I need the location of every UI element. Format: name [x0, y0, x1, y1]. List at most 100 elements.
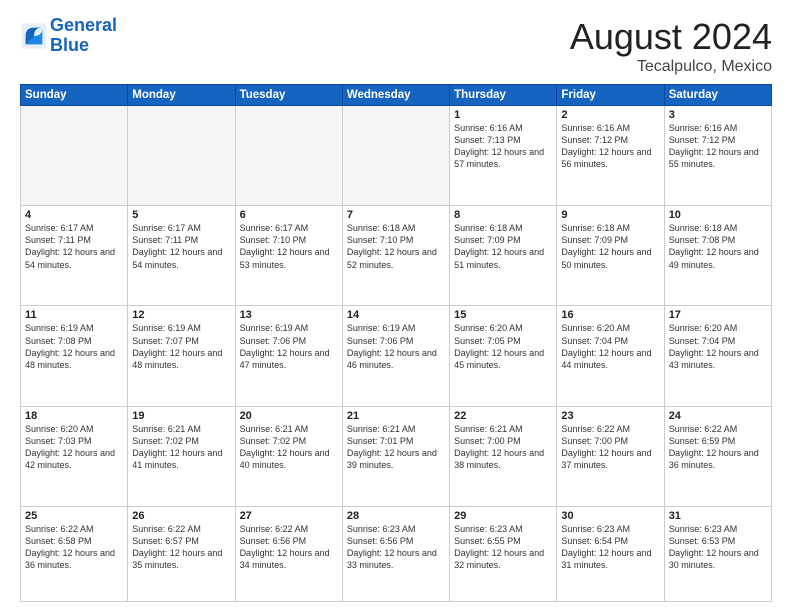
day-number: 4 — [25, 209, 123, 221]
day-number: 14 — [347, 309, 445, 321]
table-row: 9Sunrise: 6:18 AMSunset: 7:09 PMDaylight… — [557, 206, 664, 306]
table-row: 25Sunrise: 6:22 AMSunset: 6:58 PMDayligh… — [21, 506, 128, 601]
table-row: 12Sunrise: 6:19 AMSunset: 7:07 PMDayligh… — [128, 306, 235, 406]
day-number: 26 — [132, 510, 230, 522]
day-number: 7 — [347, 209, 445, 221]
day-info: Sunrise: 6:23 AMSunset: 6:54 PMDaylight:… — [561, 523, 659, 572]
table-row: 18Sunrise: 6:20 AMSunset: 7:03 PMDayligh… — [21, 406, 128, 506]
day-info: Sunrise: 6:16 AMSunset: 7:13 PMDaylight:… — [454, 122, 552, 171]
location: Tecalpulco, Mexico — [570, 58, 772, 76]
table-row: 23Sunrise: 6:22 AMSunset: 7:00 PMDayligh… — [557, 406, 664, 506]
day-info: Sunrise: 6:17 AMSunset: 7:11 PMDaylight:… — [132, 222, 230, 271]
col-saturday: Saturday — [664, 85, 771, 106]
day-number: 8 — [454, 209, 552, 221]
table-row: 16Sunrise: 6:20 AMSunset: 7:04 PMDayligh… — [557, 306, 664, 406]
day-info: Sunrise: 6:21 AMSunset: 7:00 PMDaylight:… — [454, 423, 552, 472]
day-number: 1 — [454, 109, 552, 121]
calendar-week-2: 11Sunrise: 6:19 AMSunset: 7:08 PMDayligh… — [21, 306, 772, 406]
day-number: 22 — [454, 410, 552, 422]
table-row: 15Sunrise: 6:20 AMSunset: 7:05 PMDayligh… — [450, 306, 557, 406]
day-number: 13 — [240, 309, 338, 321]
page: General Blue August 2024 Tecalpulco, Mex… — [0, 0, 792, 612]
table-row: 29Sunrise: 6:23 AMSunset: 6:55 PMDayligh… — [450, 506, 557, 601]
day-info: Sunrise: 6:23 AMSunset: 6:55 PMDaylight:… — [454, 523, 552, 572]
table-row: 10Sunrise: 6:18 AMSunset: 7:08 PMDayligh… — [664, 206, 771, 306]
day-number: 24 — [669, 410, 767, 422]
day-info: Sunrise: 6:18 AMSunset: 7:08 PMDaylight:… — [669, 222, 767, 271]
table-row: 21Sunrise: 6:21 AMSunset: 7:01 PMDayligh… — [342, 406, 449, 506]
col-monday: Monday — [128, 85, 235, 106]
table-row: 11Sunrise: 6:19 AMSunset: 7:08 PMDayligh… — [21, 306, 128, 406]
day-number: 16 — [561, 309, 659, 321]
day-number: 23 — [561, 410, 659, 422]
day-info: Sunrise: 6:17 AMSunset: 7:10 PMDaylight:… — [240, 222, 338, 271]
day-number: 30 — [561, 510, 659, 522]
logo-icon — [20, 22, 48, 50]
table-row: 1Sunrise: 6:16 AMSunset: 7:13 PMDaylight… — [450, 106, 557, 206]
col-sunday: Sunday — [21, 85, 128, 106]
calendar-week-3: 18Sunrise: 6:20 AMSunset: 7:03 PMDayligh… — [21, 406, 772, 506]
table-row — [128, 106, 235, 206]
day-number: 20 — [240, 410, 338, 422]
table-row: 6Sunrise: 6:17 AMSunset: 7:10 PMDaylight… — [235, 206, 342, 306]
table-row: 7Sunrise: 6:18 AMSunset: 7:10 PMDaylight… — [342, 206, 449, 306]
day-number: 29 — [454, 510, 552, 522]
table-row: 13Sunrise: 6:19 AMSunset: 7:06 PMDayligh… — [235, 306, 342, 406]
day-number: 12 — [132, 309, 230, 321]
day-number: 11 — [25, 309, 123, 321]
day-info: Sunrise: 6:18 AMSunset: 7:10 PMDaylight:… — [347, 222, 445, 271]
logo-general: General — [50, 15, 117, 35]
day-number: 28 — [347, 510, 445, 522]
day-info: Sunrise: 6:19 AMSunset: 7:06 PMDaylight:… — [240, 322, 338, 371]
day-info: Sunrise: 6:20 AMSunset: 7:03 PMDaylight:… — [25, 423, 123, 472]
table-row: 28Sunrise: 6:23 AMSunset: 6:56 PMDayligh… — [342, 506, 449, 601]
day-number: 15 — [454, 309, 552, 321]
table-row: 26Sunrise: 6:22 AMSunset: 6:57 PMDayligh… — [128, 506, 235, 601]
header: General Blue August 2024 Tecalpulco, Mex… — [20, 16, 772, 76]
day-number: 17 — [669, 309, 767, 321]
day-info: Sunrise: 6:22 AMSunset: 6:56 PMDaylight:… — [240, 523, 338, 572]
day-info: Sunrise: 6:22 AMSunset: 6:59 PMDaylight:… — [669, 423, 767, 472]
table-row — [21, 106, 128, 206]
day-info: Sunrise: 6:23 AMSunset: 6:56 PMDaylight:… — [347, 523, 445, 572]
day-info: Sunrise: 6:19 AMSunset: 7:06 PMDaylight:… — [347, 322, 445, 371]
day-info: Sunrise: 6:20 AMSunset: 7:05 PMDaylight:… — [454, 322, 552, 371]
day-info: Sunrise: 6:22 AMSunset: 6:57 PMDaylight:… — [132, 523, 230, 572]
col-thursday: Thursday — [450, 85, 557, 106]
calendar-week-0: 1Sunrise: 6:16 AMSunset: 7:13 PMDaylight… — [21, 106, 772, 206]
day-number: 27 — [240, 510, 338, 522]
day-number: 19 — [132, 410, 230, 422]
day-number: 5 — [132, 209, 230, 221]
table-row: 30Sunrise: 6:23 AMSunset: 6:54 PMDayligh… — [557, 506, 664, 601]
table-row: 22Sunrise: 6:21 AMSunset: 7:00 PMDayligh… — [450, 406, 557, 506]
day-number: 9 — [561, 209, 659, 221]
day-number: 31 — [669, 510, 767, 522]
day-info: Sunrise: 6:23 AMSunset: 6:53 PMDaylight:… — [669, 523, 767, 572]
table-row: 5Sunrise: 6:17 AMSunset: 7:11 PMDaylight… — [128, 206, 235, 306]
table-row: 24Sunrise: 6:22 AMSunset: 6:59 PMDayligh… — [664, 406, 771, 506]
table-row: 20Sunrise: 6:21 AMSunset: 7:02 PMDayligh… — [235, 406, 342, 506]
day-info: Sunrise: 6:17 AMSunset: 7:11 PMDaylight:… — [25, 222, 123, 271]
day-info: Sunrise: 6:18 AMSunset: 7:09 PMDaylight:… — [454, 222, 552, 271]
month-title: August 2024 — [570, 16, 772, 58]
logo: General Blue — [20, 16, 117, 56]
calendar-week-4: 25Sunrise: 6:22 AMSunset: 6:58 PMDayligh… — [21, 506, 772, 601]
day-info: Sunrise: 6:16 AMSunset: 7:12 PMDaylight:… — [669, 122, 767, 171]
day-info: Sunrise: 6:21 AMSunset: 7:02 PMDaylight:… — [240, 423, 338, 472]
day-number: 2 — [561, 109, 659, 121]
day-info: Sunrise: 6:18 AMSunset: 7:09 PMDaylight:… — [561, 222, 659, 271]
logo-blue: Blue — [50, 35, 89, 55]
table-row — [342, 106, 449, 206]
day-info: Sunrise: 6:19 AMSunset: 7:07 PMDaylight:… — [132, 322, 230, 371]
day-number: 6 — [240, 209, 338, 221]
day-info: Sunrise: 6:22 AMSunset: 6:58 PMDaylight:… — [25, 523, 123, 572]
day-number: 10 — [669, 209, 767, 221]
table-row: 3Sunrise: 6:16 AMSunset: 7:12 PMDaylight… — [664, 106, 771, 206]
day-number: 21 — [347, 410, 445, 422]
table-row: 14Sunrise: 6:19 AMSunset: 7:06 PMDayligh… — [342, 306, 449, 406]
table-row: 27Sunrise: 6:22 AMSunset: 6:56 PMDayligh… — [235, 506, 342, 601]
table-row: 31Sunrise: 6:23 AMSunset: 6:53 PMDayligh… — [664, 506, 771, 601]
calendar-week-1: 4Sunrise: 6:17 AMSunset: 7:11 PMDaylight… — [21, 206, 772, 306]
day-info: Sunrise: 6:21 AMSunset: 7:01 PMDaylight:… — [347, 423, 445, 472]
day-info: Sunrise: 6:21 AMSunset: 7:02 PMDaylight:… — [132, 423, 230, 472]
